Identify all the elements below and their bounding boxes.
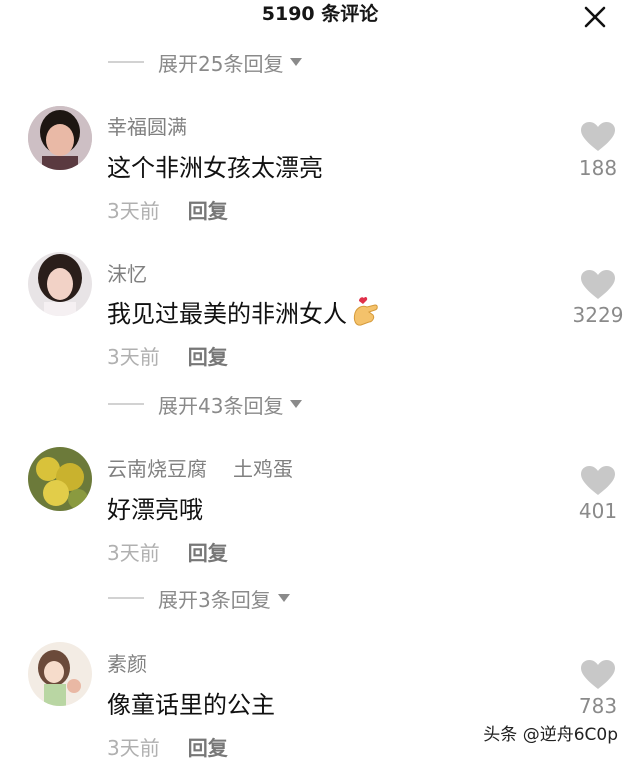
divider: [108, 61, 144, 63]
watermark: 头条 @逆舟6C0p: [479, 718, 622, 747]
like-count: 783: [578, 694, 618, 718]
comment-text: 这个非洲女孩太漂亮: [107, 148, 323, 183]
user-tag: 土鸡蛋: [233, 457, 293, 481]
caret-down-icon: [290, 58, 303, 66]
expand-replies-label: 展开43条回复: [158, 393, 284, 418]
comment-text-body: 这个非洲女孩太漂亮: [107, 154, 323, 182]
heart-icon[interactable]: [581, 270, 615, 300]
reply-button[interactable]: 回复: [188, 199, 228, 223]
comment-meta: 3天前 回复: [107, 537, 228, 566]
comment-text-body: 好漂亮哦: [107, 496, 203, 524]
username[interactable]: 沫忆: [107, 258, 147, 287]
comment-text-body: 像童话里的公主: [107, 691, 275, 719]
comment-meta: 3天前 回复: [107, 341, 228, 370]
like-count: 401: [578, 499, 618, 523]
page-title: 5190 条评论: [261, 3, 379, 25]
comment-text: 我见过最美的非洲女人: [107, 294, 381, 329]
expand-replies-button[interactable]: 展开43条回复: [108, 389, 303, 419]
expand-replies-label: 展开25条回复: [158, 51, 284, 76]
like-count: 3229: [572, 303, 624, 327]
caret-down-icon: [277, 594, 290, 602]
expand-replies-button[interactable]: 展开3条回复: [108, 583, 291, 613]
username[interactable]: 素颜: [107, 648, 147, 677]
heart-icon[interactable]: [581, 122, 615, 152]
comment-text-body: 我见过最美的非洲女人: [107, 300, 347, 328]
username-text: 云南烧豆腐: [107, 457, 207, 481]
divider: [108, 597, 144, 599]
avatar[interactable]: [28, 106, 92, 170]
reply-button[interactable]: 回复: [188, 736, 228, 760]
avatar[interactable]: [28, 252, 92, 316]
finger-heart-emoji-icon: [353, 296, 378, 326]
avatar[interactable]: [28, 447, 92, 511]
timestamp: 3天前: [107, 736, 160, 760]
username[interactable]: 幸福圆满: [107, 111, 187, 140]
divider: [108, 403, 144, 405]
reply-button[interactable]: 回复: [188, 541, 228, 565]
avatar[interactable]: [28, 642, 92, 706]
caret-down-icon: [290, 400, 303, 408]
heart-icon[interactable]: [581, 660, 615, 690]
timestamp: 3天前: [107, 345, 160, 369]
reply-button[interactable]: 回复: [188, 345, 228, 369]
heart-icon[interactable]: [581, 466, 615, 496]
timestamp: 3天前: [107, 199, 160, 223]
like-count: 188: [578, 156, 618, 180]
comment-meta: 3天前 回复: [107, 195, 228, 224]
expand-replies-button[interactable]: 展开25条回复: [108, 47, 303, 77]
close-icon[interactable]: [582, 4, 608, 30]
comment-text: 像童话里的公主: [107, 685, 275, 720]
comment-text: 好漂亮哦: [107, 490, 203, 525]
username[interactable]: 云南烧豆腐 土鸡蛋: [107, 453, 293, 482]
timestamp: 3天前: [107, 541, 160, 565]
expand-replies-label: 展开3条回复: [158, 587, 271, 612]
